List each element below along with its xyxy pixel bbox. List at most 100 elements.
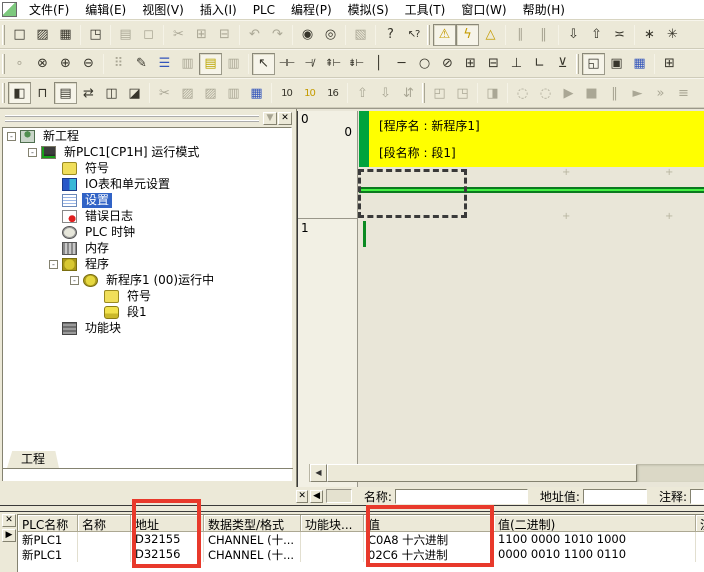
cross-reference-button[interactable]: ▧	[349, 24, 372, 46]
watch-cell[interactable]	[301, 532, 364, 547]
ghost-button[interactable]: ▨	[176, 82, 199, 104]
watch-col-header-3[interactable]: 数据类型/格式	[204, 515, 301, 532]
online-edit-button[interactable]: ◰	[428, 82, 451, 104]
copy-button[interactable]: ⊞	[190, 24, 213, 46]
tree-item-7[interactable]: 内存	[3, 240, 291, 256]
tree-item-11[interactable]: 段1	[3, 304, 291, 320]
watch-cell[interactable]: 新PLC1	[18, 532, 78, 547]
monitor-window-button[interactable]: ◱	[582, 53, 605, 75]
paste-button[interactable]: ⊟	[213, 24, 236, 46]
sim-step-in-button[interactable]: »	[649, 82, 672, 104]
menu-item-4[interactable]: PLC	[245, 1, 283, 19]
pause-button[interactable]: ‖	[532, 24, 555, 46]
program-monitor-button[interactable]: ∗	[638, 24, 661, 46]
go-up-button[interactable]: ⇧	[351, 82, 374, 104]
watch-col-header-6[interactable]: 值(二进制)	[494, 515, 696, 532]
tree-item-9[interactable]: -新程序1 (00)运行中	[3, 272, 291, 288]
context-help-button[interactable]: ↖?	[402, 24, 425, 46]
tree-expander[interactable]: -	[7, 132, 16, 141]
rung0-margin-cell[interactable]: 0 0	[298, 111, 358, 219]
symbol-bar-button[interactable]: ☰	[153, 53, 176, 75]
transfer-to-plc-button[interactable]: ⇩	[562, 24, 585, 46]
menu-item-2[interactable]: 视图(V)	[134, 0, 192, 20]
monitor-hex-button[interactable]: 16	[321, 82, 344, 104]
watch-cell[interactable]	[696, 532, 704, 547]
watch-row-0[interactable]: 新PLC1D32155CHANNEL (十...C0A8 十六进制1100 00…	[18, 532, 704, 547]
zoom-in-button[interactable]: ⊕	[54, 53, 77, 75]
watch-cell[interactable]	[78, 547, 131, 562]
save-button[interactable]: ▦	[54, 24, 77, 46]
send-changes-button[interactable]: ◳	[451, 82, 474, 104]
menu-item-3[interactable]: 插入(I)	[192, 0, 245, 20]
tree-item-10[interactable]: 符号	[3, 288, 291, 304]
watch-cell[interactable]: CHANNEL (十...	[204, 532, 301, 547]
tab-project[interactable]: 工程	[7, 451, 59, 468]
new-vertical-button[interactable]: │	[367, 53, 390, 75]
menu-item-5[interactable]: 编程(P)	[283, 0, 340, 20]
toolbar-gripper[interactable]	[2, 54, 5, 74]
zoom-out-button[interactable]: ⊖	[77, 53, 100, 75]
watch-cell[interactable]	[696, 547, 704, 562]
new-closed-contact-button[interactable]: ⊣∕	[298, 53, 321, 75]
new-closed-coil-button[interactable]: ⊘	[436, 53, 459, 75]
tree-expander[interactable]: -	[28, 148, 37, 157]
watch-cell[interactable]: CHANNEL (十...	[204, 547, 301, 562]
watch-cell[interactable]	[78, 532, 131, 547]
toolbar-gripper[interactable]	[576, 54, 579, 74]
tree-item-6[interactable]: PLC 时钟	[3, 224, 291, 240]
infobar-collapse-button[interactable]: ◀	[310, 490, 322, 503]
tree-item-4[interactable]: 设置	[3, 192, 291, 208]
properties-button[interactable]: ◪	[123, 82, 146, 104]
replace-button[interactable]: ◎	[319, 24, 342, 46]
new-horizontal-button[interactable]: ─	[390, 53, 413, 75]
tree-item-5[interactable]: 错误日志	[3, 208, 291, 224]
sim-scan-button[interactable]: ≡	[672, 82, 695, 104]
hscroll-left-button[interactable]: ◀	[310, 464, 327, 482]
new-contact-button[interactable]: ⊣⊢	[275, 53, 298, 75]
rung-comment-button[interactable]: ✎	[130, 53, 153, 75]
tree-item-2[interactable]: 符号	[3, 160, 291, 176]
select-mode-button[interactable]: ↖	[252, 53, 275, 75]
tree-item-8[interactable]: -程序	[3, 256, 291, 272]
new-contact-down-button[interactable]: ⇟⊢	[344, 53, 367, 75]
monitor-signed-button[interactable]: 10	[298, 82, 321, 104]
tree-item-1[interactable]: -新PLC1[CP1H] 运行模式	[3, 144, 291, 160]
new-instruction-button[interactable]: ⊞	[459, 53, 482, 75]
address-reference-button[interactable]: ⊞	[658, 53, 681, 75]
sim-hand2-button[interactable]: ◌	[534, 82, 557, 104]
layers-button[interactable]: ▣	[605, 53, 628, 75]
panel-close-button[interactable]: ✕	[278, 112, 292, 125]
grid-toggle-button[interactable]: ⠿	[107, 53, 130, 75]
toolbar-gripper[interactable]	[2, 83, 5, 103]
watch-col-header-1[interactable]: 名称	[78, 515, 131, 532]
toolbar-gripper[interactable]	[427, 25, 430, 45]
new-coil-button[interactable]: ○	[413, 53, 436, 75]
go-down-button[interactable]: ⇩	[374, 82, 397, 104]
name-input[interactable]	[395, 489, 528, 504]
differential-monitor-button[interactable]: ∥	[509, 24, 532, 46]
monitor-button[interactable]: ϟ	[456, 24, 479, 46]
ladder-editor[interactable]: 0 0 1 [程序名 : 新程序1] [段名称 : 段1] + + + + ◀	[296, 109, 704, 488]
runtime-monitor-button[interactable]: ✳	[661, 24, 684, 46]
delete-branch-button[interactable]: ⊻	[551, 53, 574, 75]
new-button[interactable]: □	[8, 24, 31, 46]
find-button[interactable]: ◉	[296, 24, 319, 46]
watch-row-1[interactable]: 新PLC1D32156CHANNEL (十...02C6 十六进制0000 00…	[18, 547, 704, 562]
menu-item-1[interactable]: 编辑(E)	[77, 0, 134, 20]
print-button[interactable]: ▤	[114, 24, 137, 46]
menu-item-8[interactable]: 窗口(W)	[453, 0, 514, 20]
release-edit-button[interactable]: ◨	[481, 82, 504, 104]
horizontal-splitter[interactable]	[0, 505, 704, 512]
redo-button[interactable]: ↷	[266, 24, 289, 46]
zoom-to-selection-button[interactable]: ⊗	[31, 53, 54, 75]
tree-item-0[interactable]: -新工程	[3, 128, 291, 144]
compile-button[interactable]: ◳	[84, 24, 107, 46]
grab-button[interactable]: ▨	[199, 82, 222, 104]
watch-window-button[interactable]: ▤	[54, 82, 77, 104]
address-value-input[interactable]	[583, 489, 647, 504]
monitor-decimal-button[interactable]: 10	[275, 82, 298, 104]
watch-col-header-7[interactable]: 注...	[696, 515, 704, 532]
tree-item-3[interactable]: IO表和单元设置	[3, 176, 291, 192]
menu-item-7[interactable]: 工具(T)	[397, 0, 454, 20]
sim-run-button[interactable]: ▶	[557, 82, 580, 104]
